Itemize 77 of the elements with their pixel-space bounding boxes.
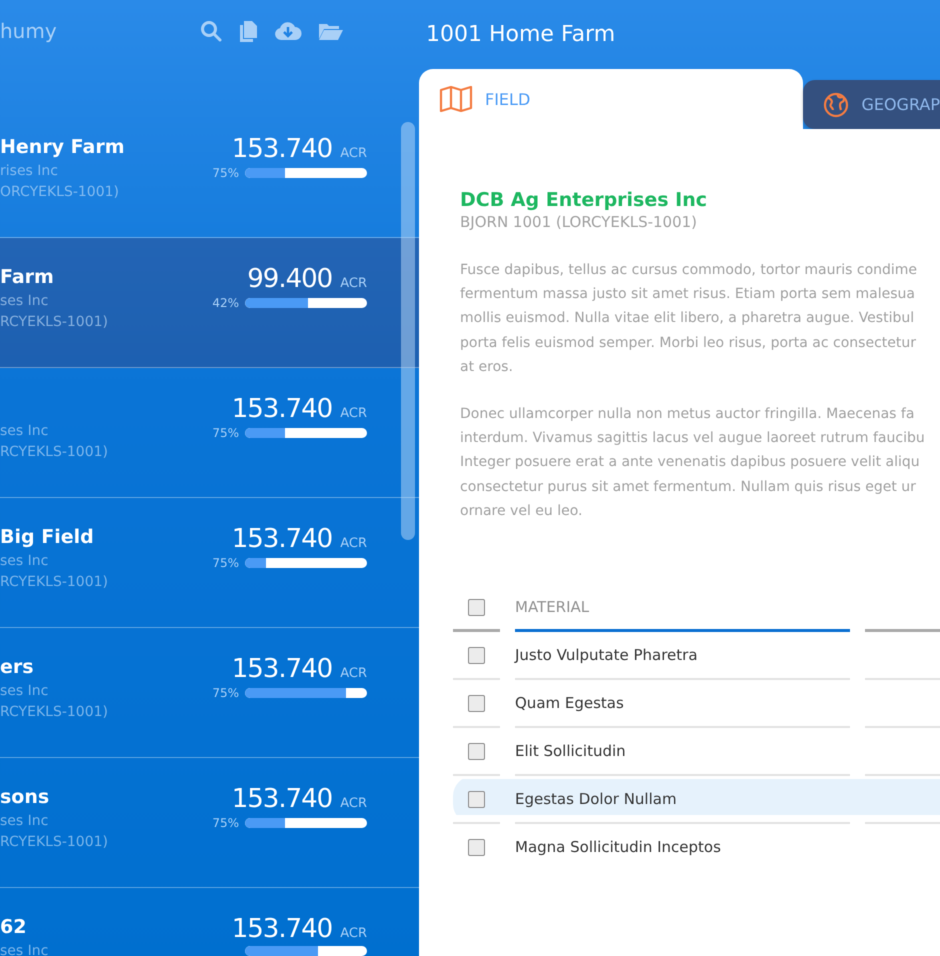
area-value: 99.400 xyxy=(247,264,332,294)
farm-name: ers xyxy=(0,655,35,680)
farm-list-item[interactable]: ers ses Inc RCYEKLS-1001) 153.740 ACR 75% xyxy=(0,628,419,758)
scrollbar[interactable] xyxy=(401,122,415,540)
company-name: ses Inc xyxy=(0,552,50,571)
map-icon xyxy=(439,86,473,112)
row-checkbox[interactable] xyxy=(468,838,485,856)
farm-name: Henry Farm xyxy=(0,135,125,160)
documents-icon[interactable] xyxy=(238,20,258,42)
material-name: Justo Vulputate Pharetra xyxy=(515,646,698,664)
farm-name: Big Field xyxy=(0,525,95,550)
material-name: Magna Sollicitudin Inceptos xyxy=(515,838,721,856)
table-row[interactable]: Magna Sollicitudin Inceptos xyxy=(453,824,940,870)
area-unit: ACR xyxy=(340,406,367,421)
farm-list-item[interactable]: sons ses Inc RCYEKLS-1001) 153.740 ACR 75% xyxy=(0,758,419,888)
area-value: 153.740 xyxy=(232,654,332,684)
area-unit: ACR xyxy=(340,146,367,161)
company-name: rises Inc xyxy=(0,162,59,181)
percent-label: 75% xyxy=(212,686,239,700)
farm-name: sons xyxy=(0,785,50,810)
farm-code: RCYEKLS-1001) xyxy=(0,313,108,332)
app-title: humy xyxy=(0,18,58,44)
farm-title: 1001 Home Farm xyxy=(426,22,616,47)
table-row[interactable]: Justo Vulputate Pharetra xyxy=(453,632,940,680)
row-checkbox[interactable] xyxy=(468,790,485,808)
area-value: 153.740 xyxy=(232,914,332,944)
farm-code: BJORN 1001 (LORCYEKLS-1001) xyxy=(460,212,698,232)
select-all-checkbox[interactable] xyxy=(468,598,485,616)
row-checkbox[interactable] xyxy=(468,742,485,760)
farm-list-item[interactable]: Big Field ses Inc RCYEKLS-1001) 153.740 ACR 75% xyxy=(0,498,419,628)
company-name: DCB Ag Enterprises Inc xyxy=(460,188,708,212)
area-unit: ACR xyxy=(340,666,367,681)
percent-label: 75% xyxy=(212,166,239,180)
percent-label: 75% xyxy=(212,816,239,830)
company-name: ses Inc xyxy=(0,942,48,956)
description-paragraph: Donec ullamcorper nulla non metus auctor fringilla. Maecenas fa interdum. Vivamus sagittis lacus vel augue laoreet rutrum faucibu Integer posuere erat a ante venenatis dapibus posuere velit aliqu consectetur purus sit amet fermentum. Nullam quis risus eget ur ornare vel eu leo. xyxy=(460,405,926,521)
cloud-download-icon[interactable] xyxy=(274,21,302,41)
column-header[interactable]: MATERIAL xyxy=(515,585,850,632)
folder-icon[interactable] xyxy=(318,21,344,41)
area-unit: ACR xyxy=(340,536,367,551)
area-unit: ACR xyxy=(340,276,367,291)
company-name: ses Inc xyxy=(0,292,50,311)
farm-code: RCYEKLS-1001) xyxy=(0,833,108,852)
farm-list-item[interactable]: ses Inc RCYEKLS-1001) 153.740 ACR 75% xyxy=(0,368,419,498)
area-unit: ACR xyxy=(340,796,367,811)
row-checkbox[interactable] xyxy=(468,646,485,664)
farm-code: ORCYEKLS-1001) xyxy=(0,183,120,202)
area-value: 153.740 xyxy=(232,394,332,424)
farm-list-item[interactable]: 62 ses Inc 153.740 ACR xyxy=(0,888,419,956)
material-name: Egestas Dolor Nullam xyxy=(515,790,677,808)
percent-label: 75% xyxy=(212,556,239,570)
percent-label: 42% xyxy=(212,296,239,310)
farm-code: RCYEKLS-1001) xyxy=(0,443,108,462)
area-unit: ACR xyxy=(340,926,367,941)
company-name: ses Inc xyxy=(0,422,50,441)
farm-code: RCYEKLS-1001) xyxy=(0,573,108,592)
description-paragraph: Fusce dapibus, tellus ac cursus commodo, tortor mauris condime fermentum massa justo sit amet risus. Etiam porta sem malesua mollis euismod. Nulla vitae elit libero, a pharetra augue. Vestibul porta felis euismod semper. Morbi leo risus, porta ac consectetur at eros. xyxy=(460,261,918,377)
table-row[interactable]: Quam Egestas xyxy=(453,680,940,728)
farm-list-item[interactable]: Farm ses Inc RCYEKLS-1001) 99.400 ACR 42% xyxy=(0,238,419,368)
area-value: 153.740 xyxy=(232,134,332,164)
percent-label: 75% xyxy=(212,426,239,440)
material-name: Quam Egestas xyxy=(515,694,624,712)
farm-list-item[interactable]: Henry Farm rises Inc ORCYEKLS-1001) 153.740 ACR 75% xyxy=(0,108,419,238)
tab[interactable]: GEOGRAP xyxy=(803,80,940,129)
area-value: 153.740 xyxy=(232,784,332,814)
farm-name: Farm xyxy=(0,265,55,290)
tab[interactable]: FIELD xyxy=(419,69,804,129)
farm-name: 62 xyxy=(0,915,28,940)
company-name: ses Inc xyxy=(0,812,50,831)
material-name: Elit Sollicitudin xyxy=(515,742,626,760)
table-row[interactable]: Egestas Dolor Nullam xyxy=(453,776,940,824)
company-name: ses Inc xyxy=(0,682,50,701)
row-checkbox[interactable] xyxy=(468,694,485,712)
search-icon[interactable] xyxy=(200,20,222,42)
area-value: 153.740 xyxy=(232,524,332,554)
globe-icon xyxy=(823,92,850,118)
farm-code: RCYEKLS-1001) xyxy=(0,703,108,722)
